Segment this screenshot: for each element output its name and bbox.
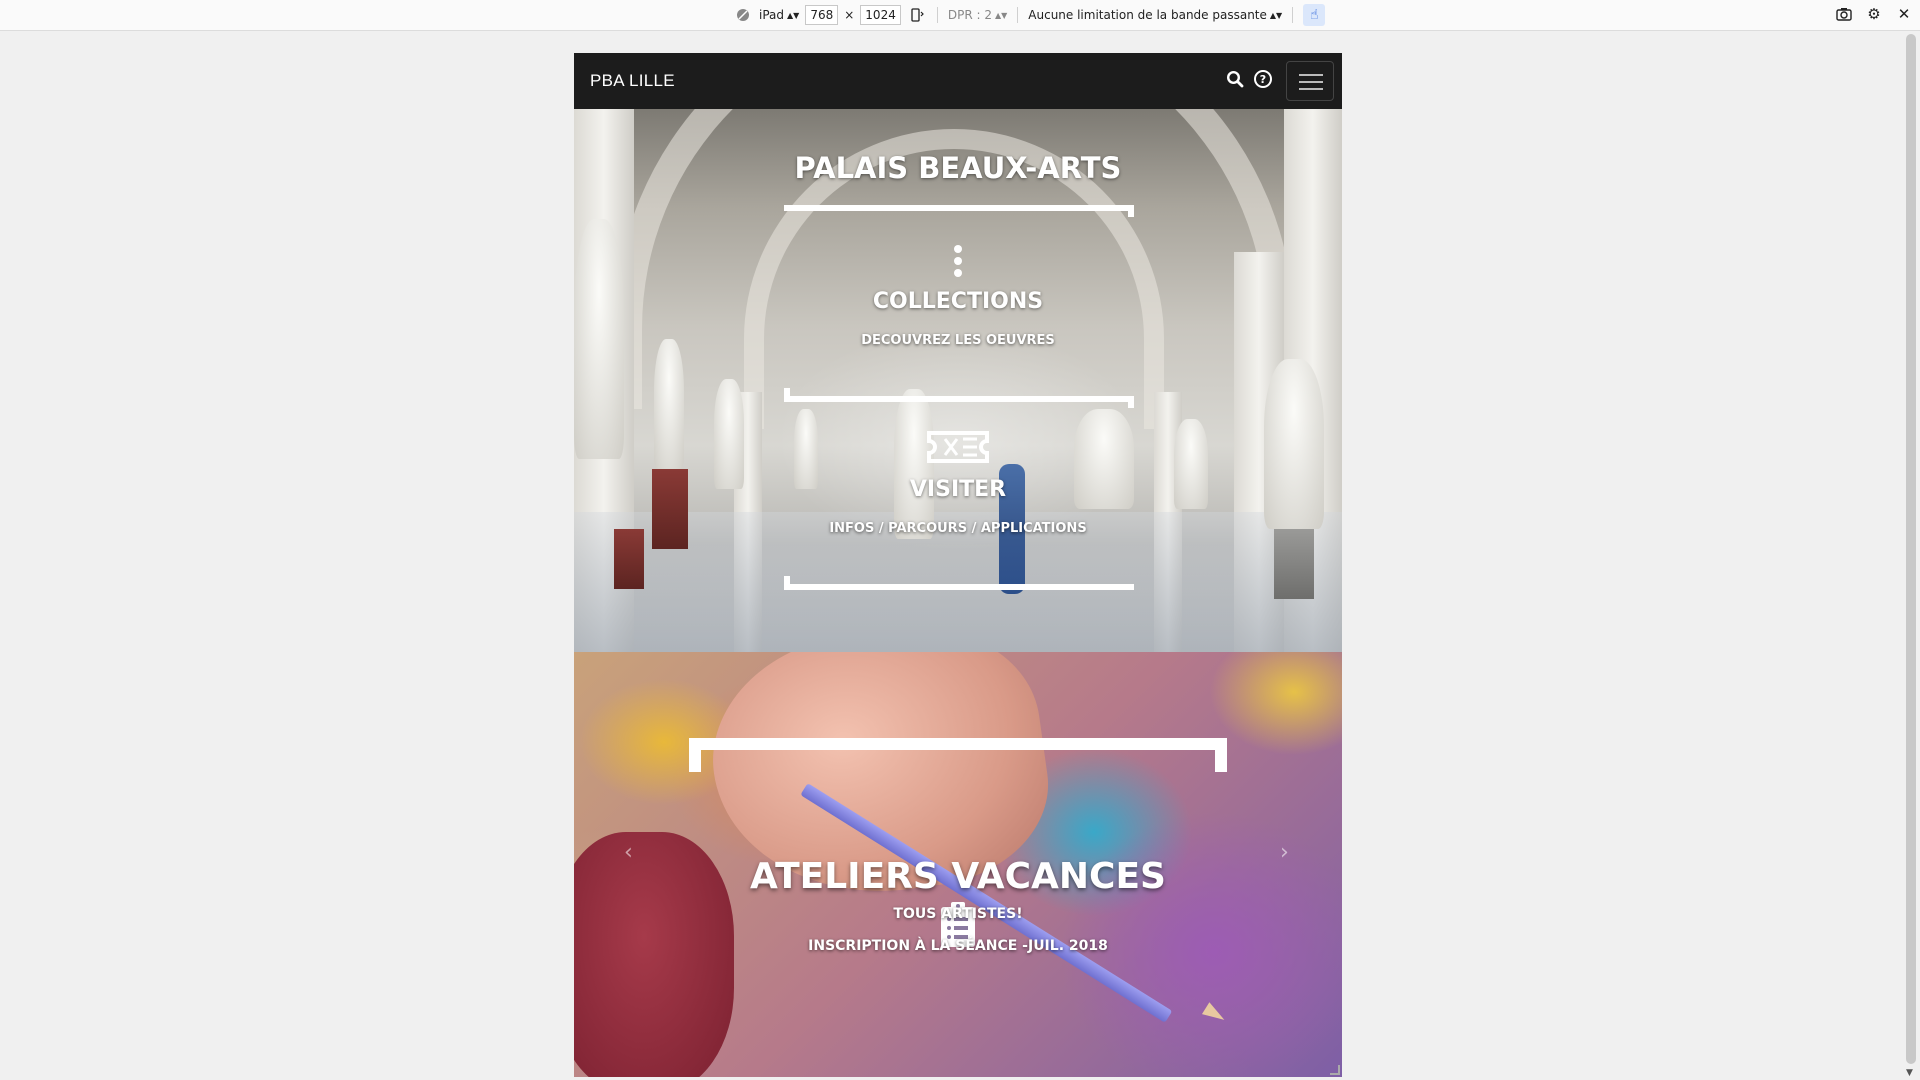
divider-bracket <box>784 205 1134 217</box>
visiter-subtitle: INFOS / PARCOURS / APPLICATIONS <box>829 521 1087 536</box>
height-input[interactable]: 1024 <box>860 5 901 25</box>
toolbar-actions: ⚙ ✕ <box>1834 4 1914 24</box>
throttling-label: Aucune limitation de la bande passante <box>1028 8 1267 22</box>
screenshot-icon[interactable] <box>1834 4 1854 24</box>
dimension-separator: × <box>844 8 855 22</box>
bracket-tick <box>1215 738 1227 772</box>
bracket-tick <box>784 388 790 400</box>
hamburger-icon-line <box>1299 81 1323 83</box>
resize-handle-icon[interactable] <box>1330 1065 1340 1075</box>
bracket-tick <box>1128 396 1134 408</box>
hero-gallery-image: PALAIS BEAUX-ARTS COLLECTIONS DECOUVREZ … <box>574 109 1342 652</box>
scrollbar-thumb[interactable] <box>1906 34 1916 1064</box>
bracket-tick <box>784 576 790 588</box>
site-navbar: PBA LILLE ? <box>574 53 1342 109</box>
hamburger-icon-line <box>1299 74 1323 76</box>
dot <box>954 269 962 277</box>
settings-icon[interactable]: ⚙ <box>1864 4 1884 24</box>
rotate-icon[interactable] <box>907 5 927 25</box>
device-controls: iPad ▲▼ 768 × 1024 DPR : 2 ▲▼ Aucune lim… <box>733 4 1326 26</box>
bracket-tick <box>689 738 701 772</box>
viewport-scrollbar[interactable]: ▼ <box>1902 31 1920 1080</box>
menu-toggle-button[interactable] <box>1286 61 1334 101</box>
chevron-updown-icon: ▲▼ <box>1269 10 1283 20</box>
toolbar-separator <box>1292 7 1294 23</box>
ticket-icon <box>927 431 989 463</box>
collections-subtitle: DECOUVREZ LES OEUVRES <box>861 333 1055 348</box>
dot <box>954 245 962 253</box>
disable-icon[interactable] <box>733 5 753 25</box>
carousel-detail: INSCRIPTION À LA SÉANCE -JUIL. 2018 <box>808 938 1108 954</box>
bracket-tick <box>1128 205 1134 217</box>
responsive-toolbar: iPad ▲▼ 768 × 1024 DPR : 2 ▲▼ Aucune lim… <box>0 0 1920 31</box>
chevron-updown-icon: ▲▼ <box>994 10 1008 20</box>
dpr-label: DPR : 2 <box>947 8 992 22</box>
divider-bracket <box>784 388 1134 408</box>
touch-simulation-icon[interactable]: ☝ <box>1303 4 1326 26</box>
carousel-next-icon[interactable]: › <box>1280 840 1289 865</box>
carousel-title[interactable]: ATELIERS VACANCES <box>574 856 1342 897</box>
carousel-slide[interactable]: ATELIERS VACANCES TOUS ARTISTES! INSCRIP… <box>574 652 1342 1077</box>
help-icon[interactable]: ? <box>1254 70 1272 88</box>
toolbar-separator <box>1017 7 1019 23</box>
pencil-tip-image <box>1201 1002 1229 1026</box>
carousel-prev-icon[interactable]: ‹ <box>624 840 633 865</box>
hero-menu: PALAIS BEAUX-ARTS COLLECTIONS DECOUVREZ … <box>574 109 1342 652</box>
hamburger-icon-line <box>1299 88 1323 90</box>
hero-title: PALAIS BEAUX-ARTS <box>794 151 1122 185</box>
collections-link[interactable]: COLLECTIONS <box>574 289 1342 314</box>
device-viewport: PBA LILLE ? PALAIS BEAUX-ARTS COLLECTION… <box>574 53 1342 1077</box>
dot <box>954 257 962 265</box>
visiter-link[interactable]: VISITER <box>574 477 1342 502</box>
search-icon[interactable] <box>1226 70 1246 90</box>
close-icon[interactable]: ✕ <box>1894 4 1914 24</box>
divider-bracket <box>784 576 1134 590</box>
device-select-label: iPad <box>759 8 785 22</box>
toolbar-separator <box>936 7 938 23</box>
width-input[interactable]: 768 <box>805 5 839 25</box>
scroll-down-arrow-icon[interactable]: ▼ <box>1906 1068 1913 1078</box>
divider-bracket <box>689 738 1227 772</box>
carousel-subtitle: TOUS ARTISTES! <box>893 906 1023 922</box>
device-select[interactable]: iPad ▲▼ <box>759 8 799 22</box>
dpr-select[interactable]: DPR : 2 ▲▼ <box>948 8 1007 22</box>
site-brand[interactable]: PBA LILLE <box>590 71 675 91</box>
more-vertical-icon <box>951 245 965 279</box>
chevron-updown-icon: ▲▼ <box>787 10 800 20</box>
throttling-select[interactable]: Aucune limitation de la bande passante ▲… <box>1028 8 1282 22</box>
